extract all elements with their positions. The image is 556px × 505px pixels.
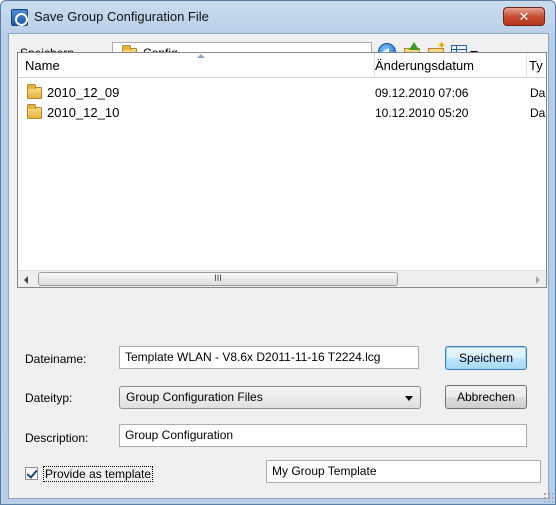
horizontal-scrollbar[interactable]: III (18, 270, 546, 287)
window-title: Save Group Configuration File (34, 9, 209, 24)
description-field[interactable]: Group Configuration (119, 424, 527, 447)
scroll-left-icon[interactable] (24, 276, 28, 284)
filetype-label: Dateityp: (25, 391, 73, 405)
item-name: 2010_12_10 (47, 105, 120, 120)
template-checkbox-label[interactable]: Provide as template (43, 466, 154, 482)
filetype-select[interactable]: Group Configuration Files (119, 386, 421, 409)
filetype-value: Group Configuration Files (126, 390, 263, 404)
list-item[interactable]: 2010_12_09 09.12.2010 07:06 Da (18, 83, 546, 103)
item-date: 10.12.2010 05:20 (375, 106, 469, 120)
app-icon (11, 9, 28, 26)
folder-icon (27, 84, 42, 99)
item-type: Da (530, 106, 546, 120)
folder-icon (27, 104, 42, 119)
resize-grip-icon[interactable] (543, 492, 553, 502)
filename-label: Dateiname: (25, 352, 87, 366)
file-list-header: Name Änderungsdatum Ty (18, 53, 546, 78)
column-header-name[interactable]: Name (18, 53, 375, 78)
close-button[interactable]: ✕ (503, 7, 545, 26)
save-button[interactable]: Speichern (445, 346, 527, 370)
column-header-type[interactable]: Ty (527, 53, 546, 78)
chevron-down-icon[interactable] (405, 396, 413, 401)
save-dialog-window: Save Group Configuration File ✕ Speicher… (0, 0, 556, 505)
template-name-field[interactable]: My Group Template (266, 460, 541, 483)
column-header-date[interactable]: Änderungsdatum (375, 53, 527, 78)
description-label: Description: (25, 431, 89, 445)
item-name: 2010_12_09 (47, 85, 120, 100)
title-bar[interactable]: Save Group Configuration File ✕ (1, 1, 555, 33)
file-list[interactable]: Name Änderungsdatum Ty 2010_12_09 09.12.… (17, 52, 547, 288)
sort-ascending-icon (197, 54, 205, 58)
scroll-right-icon[interactable] (536, 276, 540, 284)
item-date: 09.12.2010 07:06 (375, 86, 469, 100)
template-checkbox[interactable] (25, 467, 38, 480)
filename-field[interactable]: Template WLAN - V8.6x D2011-11-16 T2224.… (119, 346, 419, 369)
cancel-button[interactable]: Abbrechen (445, 385, 527, 409)
item-type: Da (530, 86, 546, 100)
scrollbar-thumb[interactable]: III (38, 272, 398, 286)
list-item[interactable]: 2010_12_10 10.12.2010 05:20 Da (18, 103, 546, 123)
